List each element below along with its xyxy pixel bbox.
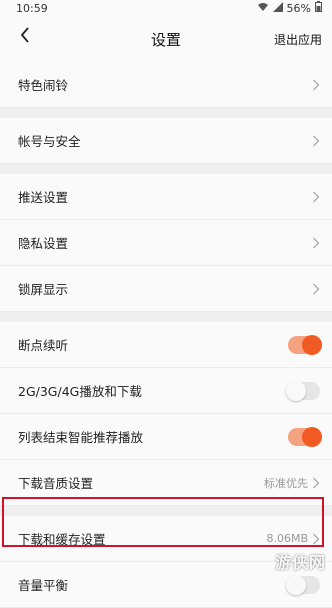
setting-row-resume-play: 断点续听 — [0, 322, 332, 368]
setting-label: 下载音质设置 — [18, 476, 94, 491]
resume-play-toggle[interactable] — [288, 334, 322, 355]
setting-row-smart-recommend: 列表结束智能推荐播放 — [0, 414, 332, 460]
setting-row-lockscreen-display[interactable]: 锁屏显示 — [0, 266, 332, 312]
setting-row-special-alarm[interactable]: 特色闹铃 — [0, 62, 332, 108]
smart-recommend-toggle[interactable] — [288, 426, 322, 447]
setting-row-push-settings[interactable]: 推送设置 — [0, 174, 332, 220]
setting-label: 锁屏显示 — [18, 282, 69, 297]
nav-bar: 设置 退出应用 — [0, 16, 332, 62]
section-divider — [0, 164, 332, 174]
section-divider — [0, 506, 332, 516]
setting-row-account-security[interactable]: 帐号与安全 — [0, 118, 332, 164]
chevron-right-icon — [313, 79, 320, 90]
battery-level: 56% — [286, 1, 311, 15]
section-divider — [0, 312, 332, 322]
setting-row-mobile-data: 2G/3G/4G播放和下载 — [0, 368, 332, 414]
chevron-right-icon — [313, 283, 320, 294]
back-button[interactable] — [14, 26, 36, 48]
status-time: 10:59 — [16, 1, 48, 15]
signal-icon — [272, 1, 283, 15]
wifi-icon — [257, 2, 269, 15]
setting-label: 音量平衡 — [18, 578, 69, 593]
back-arrow-icon — [20, 27, 30, 47]
setting-value: 标准优先 — [264, 476, 308, 490]
setting-row-download-quality[interactable]: 下载音质设置 标准优先 — [0, 460, 332, 506]
status-icons: 56% — [257, 1, 322, 15]
chevron-right-icon — [313, 533, 320, 544]
setting-label: 推送设置 — [18, 190, 69, 205]
section-divider — [0, 108, 332, 118]
setting-row-privacy-settings[interactable]: 隐私设置 — [0, 220, 332, 266]
setting-label: 特色闹铃 — [18, 78, 69, 93]
setting-value: 8.06MB — [266, 532, 308, 545]
setting-label: 隐私设置 — [18, 236, 69, 251]
battery-icon — [315, 1, 322, 15]
chevron-right-icon — [313, 191, 320, 202]
chevron-right-icon — [313, 237, 320, 248]
page-title: 设置 — [150, 30, 181, 49]
setting-label: 帐号与安全 — [18, 134, 81, 149]
watermark-logo: 游侠网 — [274, 553, 326, 572]
chevron-right-icon — [313, 477, 320, 488]
volume-balance-toggle[interactable] — [286, 574, 320, 595]
setting-label: 下载和缓存设置 — [18, 532, 106, 547]
setting-label: 列表结束智能推荐播放 — [18, 430, 144, 445]
exit-app-button[interactable]: 退出应用 — [274, 31, 322, 48]
setting-label: 2G/3G/4G播放和下载 — [18, 384, 142, 399]
mobile-data-toggle[interactable] — [286, 380, 320, 401]
chevron-right-icon — [313, 135, 320, 146]
setting-label: 断点续听 — [18, 338, 69, 353]
status-bar: 10:59 56% — [0, 0, 332, 16]
